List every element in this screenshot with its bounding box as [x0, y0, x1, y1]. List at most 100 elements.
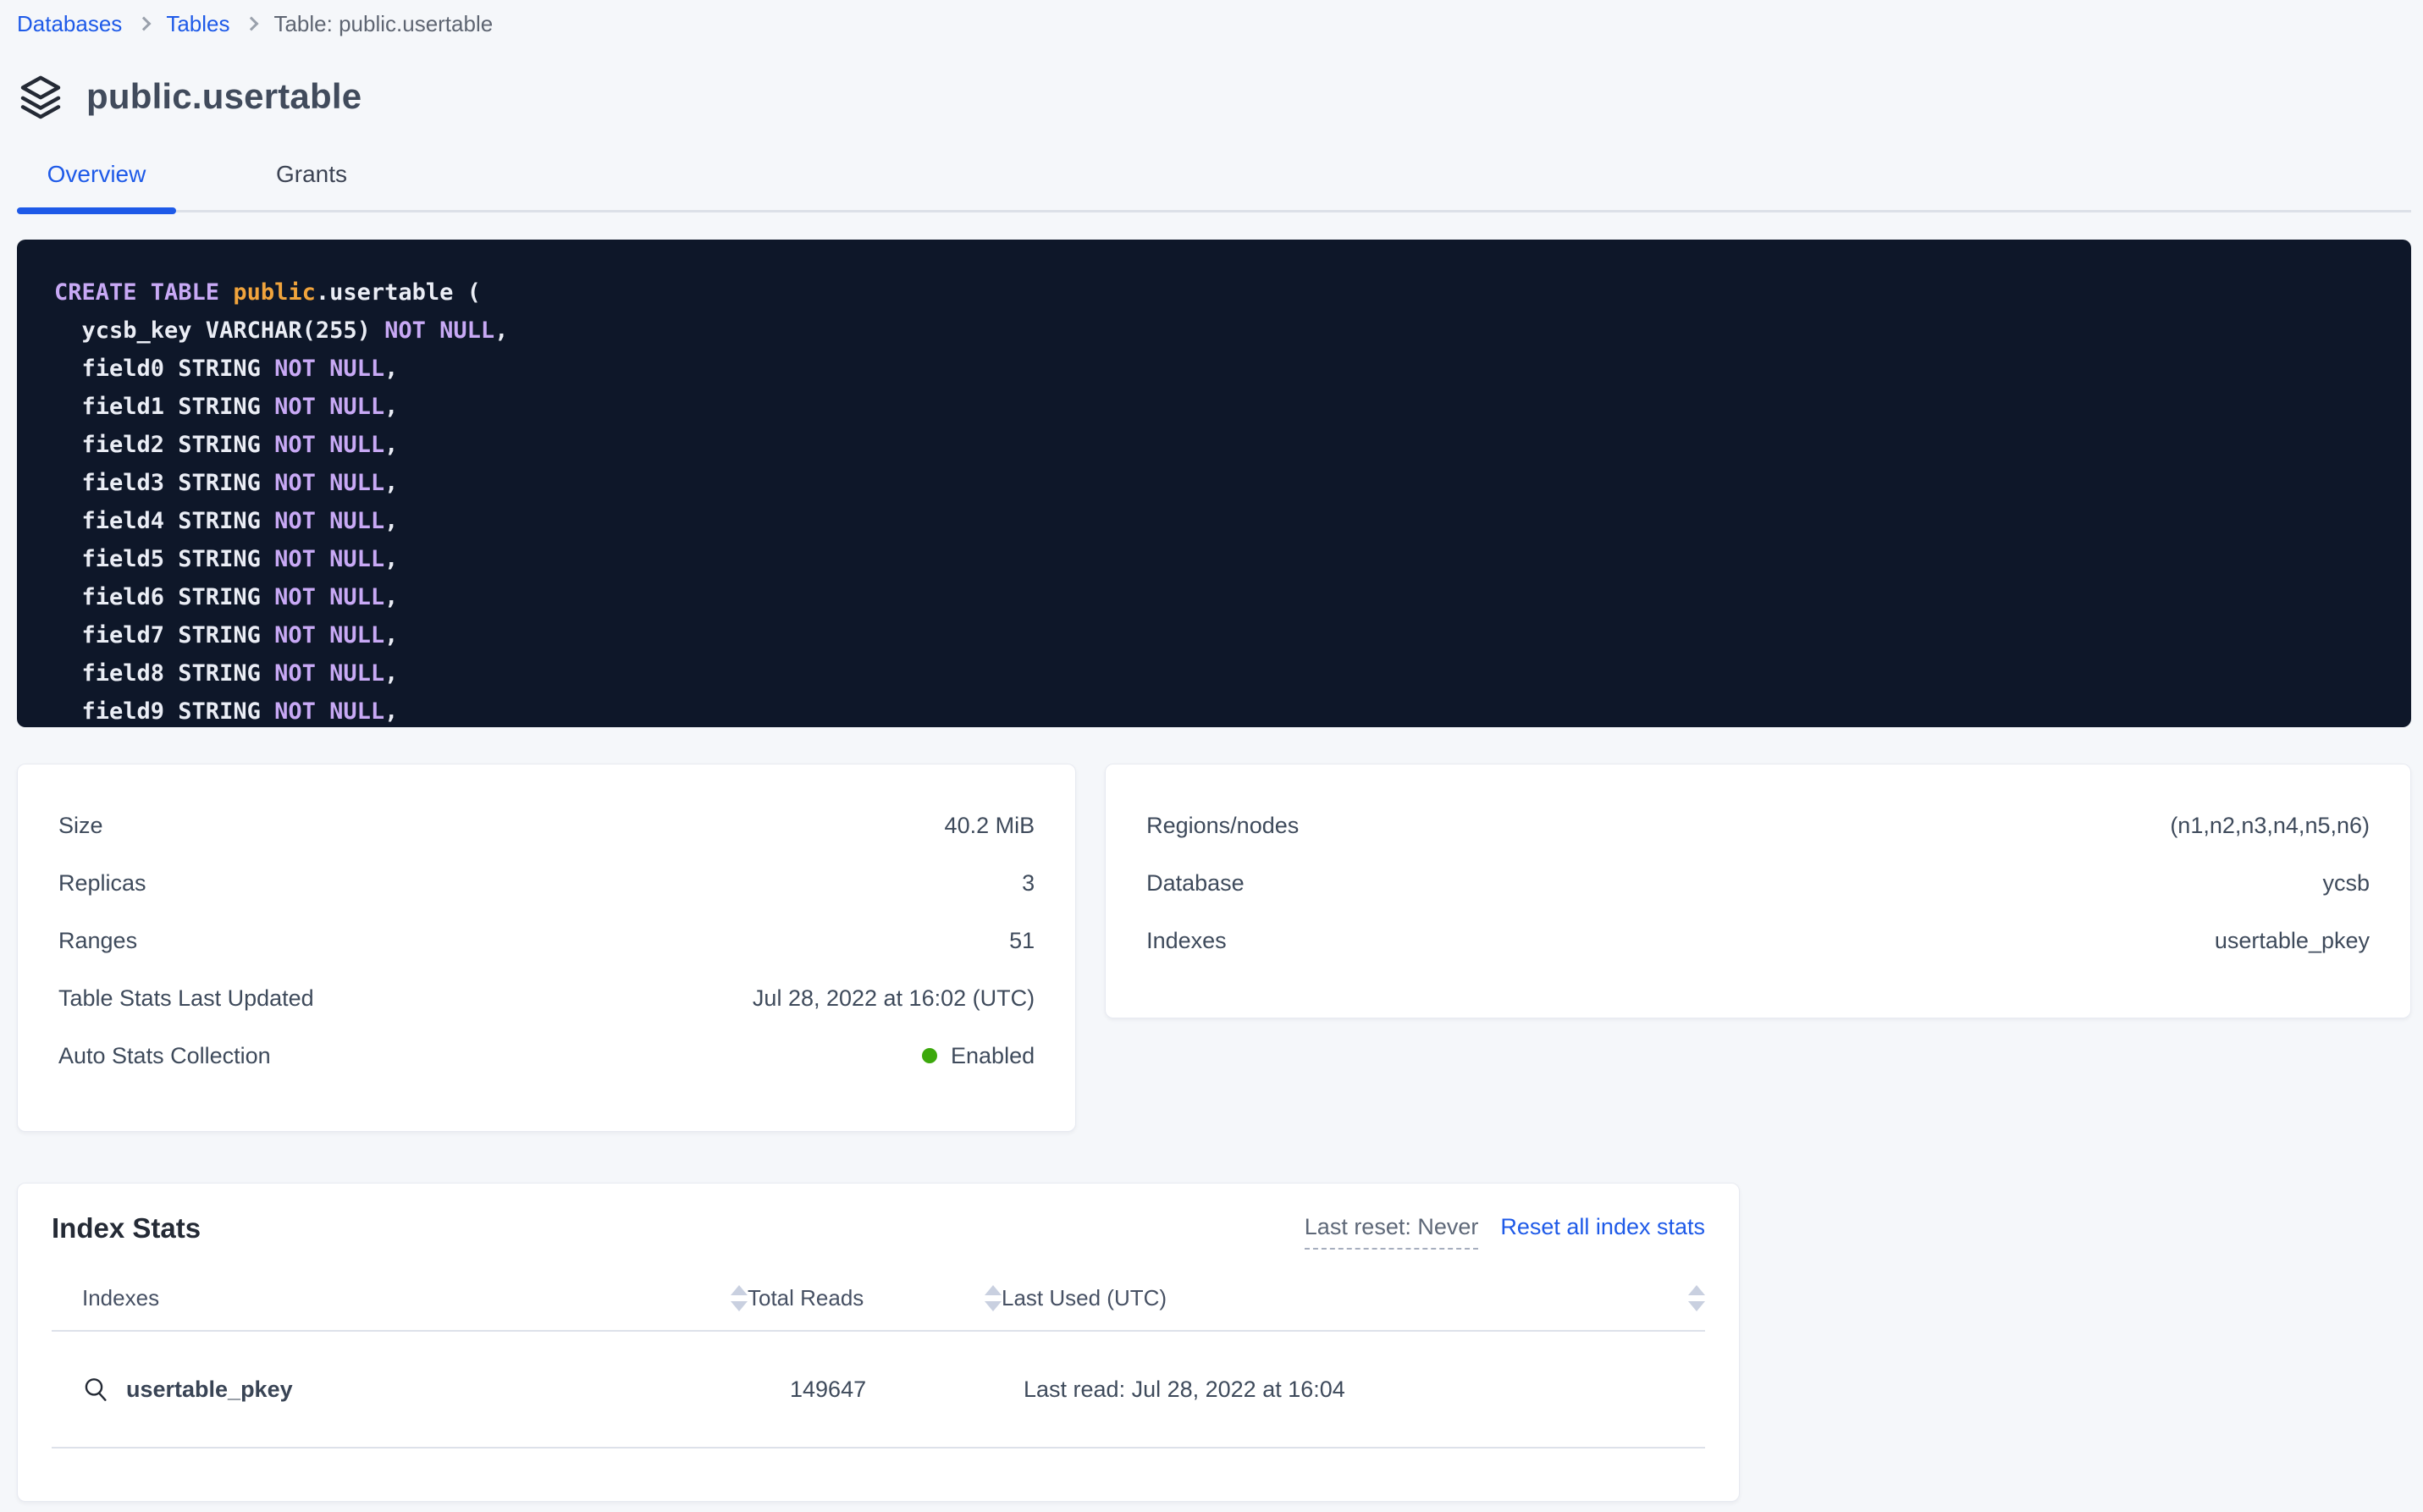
- sql-line: field3 STRING NOT NULL,: [54, 464, 2374, 502]
- column-header-label: Total Reads: [748, 1285, 864, 1311]
- sql-line: ycsb_key VARCHAR(255) NOT NULL,: [54, 312, 2374, 350]
- sql-token: ,: [384, 660, 398, 687]
- summary-row: Auto Stats Collection Enabled: [58, 1027, 1035, 1084]
- sql-line: field1 STRING NOT NULL,: [54, 388, 2374, 426]
- summary-value-text: (n1,n2,n3,n4,n5,n6): [2170, 813, 2370, 839]
- tab-grants[interactable]: Grants: [232, 161, 391, 210]
- summary-value: Enabled: [922, 1043, 1035, 1069]
- sort-icon[interactable]: [1688, 1285, 1705, 1311]
- sql-line: field6 STRING NOT NULL,: [54, 578, 2374, 616]
- sql-token: NOT NULL: [274, 622, 384, 648]
- sql-line: field2 STRING NOT NULL,: [54, 426, 2374, 464]
- summary-cards-row: Size40.2 MiBReplicas3Ranges51Table Stats…: [17, 764, 2411, 1132]
- summary-label: Size: [58, 813, 103, 839]
- sql-token: field4 STRING: [54, 508, 274, 534]
- summary-row: Indexesusertable_pkey: [1146, 912, 2370, 969]
- sql-token: ,: [494, 317, 508, 344]
- summary-value-text: 51: [1009, 928, 1035, 954]
- table-stats-card: Size40.2 MiBReplicas3Ranges51Table Stats…: [17, 764, 1076, 1132]
- summary-value-text: 3: [1022, 870, 1035, 897]
- summary-row: Table Stats Last Updated Jul 28, 2022 at …: [58, 969, 1035, 1027]
- sort-icon[interactable]: [985, 1285, 1002, 1311]
- sql-line: field8 STRING NOT NULL,: [54, 654, 2374, 693]
- breadcrumb-link-tables[interactable]: Tables: [166, 11, 229, 37]
- summary-row: Database ycsb: [1146, 854, 2370, 912]
- sql-token: ,: [384, 546, 398, 572]
- stack-icon: [17, 73, 64, 120]
- column-header-indexes[interactable]: Indexes: [52, 1285, 748, 1331]
- summary-label: Table Stats Last Updated: [58, 985, 314, 1012]
- summary-value: Jul 28, 2022 at 16:02 (UTC): [753, 985, 1035, 1012]
- sql-token: field9 STRING: [54, 698, 274, 725]
- column-header-label: Last Used (UTC): [1002, 1285, 1167, 1311]
- sql-token: NOT NULL: [274, 394, 384, 420]
- tab-bar: Overview Grants: [17, 161, 2411, 212]
- sort-icon[interactable]: [731, 1285, 748, 1311]
- summary-label: Auto Stats Collection: [58, 1043, 271, 1069]
- sql-token: field5 STRING: [54, 546, 274, 572]
- sql-token: ,: [384, 622, 398, 648]
- last-used-value: Last read: Jul 28, 2022 at 16:04: [1002, 1331, 1705, 1448]
- sql-line: field7 STRING NOT NULL,: [54, 616, 2374, 654]
- summary-value-text: 40.2 MiB: [945, 813, 1035, 839]
- sql-line: field4 STRING NOT NULL,: [54, 502, 2374, 540]
- summary-value: ycsb: [2322, 870, 2370, 897]
- sql-token: public: [233, 279, 316, 306]
- summary-value-text: Enabled: [951, 1043, 1035, 1069]
- sql-token: NOT NULL: [274, 660, 384, 687]
- index-stats-card: Index Stats Last reset: Never Reset all …: [17, 1183, 1740, 1502]
- sql-token: ycsb_key VARCHAR(255): [54, 317, 384, 344]
- column-header-label: Indexes: [82, 1285, 159, 1311]
- summary-row: Ranges51: [58, 912, 1035, 969]
- sql-token: NOT NULL: [274, 432, 384, 458]
- sql-token: field0 STRING: [54, 356, 274, 382]
- chevron-right-icon: [137, 17, 152, 31]
- index-stats-table-header-row: Indexes Total Reads: [52, 1285, 1705, 1331]
- search-icon: [82, 1376, 109, 1403]
- reset-index-stats-link[interactable]: Reset all index stats: [1500, 1214, 1705, 1240]
- sql-token: NOT NULL: [274, 356, 384, 382]
- sql-token: ,: [384, 470, 398, 496]
- sql-token: field2 STRING: [54, 432, 274, 458]
- column-header-total-reads[interactable]: Total Reads: [748, 1285, 1002, 1331]
- index-name-link[interactable]: usertable_pkey: [126, 1377, 293, 1403]
- summary-value: 3: [1022, 870, 1035, 897]
- summary-row: Regions/nodes(n1,n2,n3,n4,n5,n6): [1146, 797, 2370, 854]
- page-header: public.usertable: [17, 71, 2411, 122]
- column-header-last-used[interactable]: Last Used (UTC): [1002, 1285, 1705, 1331]
- last-reset-label: Last reset: Never: [1305, 1214, 1479, 1250]
- summary-value-text: Jul 28, 2022 at 16:02 (UTC): [753, 985, 1035, 1012]
- sql-line: field5 STRING NOT NULL,: [54, 540, 2374, 578]
- summary-label: Replicas: [58, 870, 146, 897]
- index-stats-table: Indexes Total Reads: [52, 1285, 1705, 1449]
- sql-token: ,: [384, 432, 398, 458]
- sql-token: ,: [384, 508, 398, 534]
- sql-token: NOT NULL: [384, 317, 494, 344]
- summary-label: Database: [1146, 870, 1245, 897]
- sql-token: field3 STRING: [54, 470, 274, 496]
- sql-token: .usertable (: [316, 279, 481, 306]
- summary-value: usertable_pkey: [2215, 928, 2370, 954]
- index-stats-controls: Last reset: Never Reset all index stats: [1305, 1209, 1705, 1250]
- sql-token: field6 STRING: [54, 584, 274, 610]
- sql-line: field0 STRING NOT NULL,: [54, 350, 2374, 388]
- chevron-right-icon: [245, 17, 259, 31]
- summary-value: (n1,n2,n3,n4,n5,n6): [2170, 813, 2370, 839]
- index-stats-title: Index Stats: [52, 1209, 201, 1244]
- sql-token: NOT NULL: [274, 584, 384, 610]
- summary-value: 51: [1009, 928, 1035, 954]
- sql-token: ,: [384, 356, 398, 382]
- index-stats-table-row: usertable_pkey149647Last read: Jul 28, 2…: [52, 1331, 1705, 1448]
- table-meta-card: Regions/nodes(n1,n2,n3,n4,n5,n6)Database…: [1105, 764, 2411, 1018]
- breadcrumb-link-databases[interactable]: Databases: [17, 11, 122, 37]
- breadcrumb: Databases Tables Table: public.usertable: [17, 0, 2411, 37]
- summary-row: Replicas 3: [58, 854, 1035, 912]
- sql-token: field1 STRING: [54, 394, 274, 420]
- summary-value-text: usertable_pkey: [2215, 928, 2370, 954]
- sql-token: field8 STRING: [54, 660, 274, 687]
- tab-overview[interactable]: Overview: [17, 161, 176, 210]
- summary-value: 40.2 MiB: [945, 813, 1035, 839]
- table-details-page: Databases Tables Table: public.usertable…: [0, 0, 2423, 1502]
- sql-token: NOT NULL: [274, 546, 384, 572]
- sql-token: ,: [384, 584, 398, 610]
